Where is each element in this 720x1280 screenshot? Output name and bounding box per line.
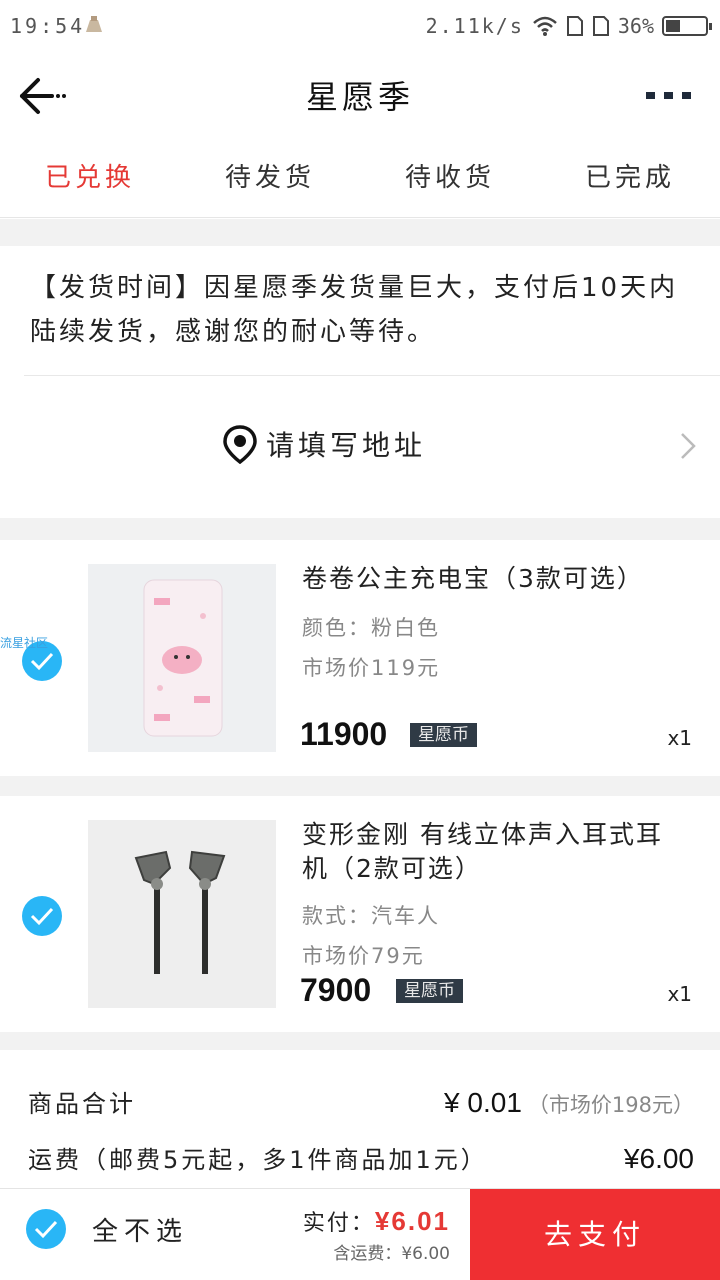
- currency-badge: 星愿币: [410, 723, 477, 747]
- chevron-right-icon: [681, 433, 696, 459]
- battery-percent: 36%: [617, 14, 654, 38]
- tab-completed[interactable]: 已完成: [540, 138, 720, 217]
- section-gap: [0, 1032, 720, 1050]
- goods-total-label: 商品合计: [28, 1090, 136, 1118]
- status-time: 19:54: [10, 14, 86, 38]
- product-card: 卷卷公主充电宝（3款可选） 颜色：粉白色 市场价119元 11900 星愿币 x…: [0, 540, 720, 776]
- goods-total-value: ¥ 0.01: [444, 1087, 522, 1118]
- checkout-bar: 全不选 实付：¥6.01 含运费：¥6.00 去支付: [0, 1188, 720, 1280]
- check-icon: [34, 1220, 58, 1239]
- earphones-image: [88, 820, 276, 1008]
- watermark: 流星社区: [0, 636, 49, 650]
- pay-info: 实付：¥6.01 含运费：¥6.00: [303, 1205, 450, 1264]
- product-attribute: 颜色：粉白色: [302, 616, 440, 640]
- notification-icon: [86, 16, 102, 32]
- shipping-notice-text: 【发货时间】因星愿季发货量巨大，支付后10天内陆续发货，感谢您的耐心等待。: [30, 273, 679, 347]
- nav-bar: 星愿季: [0, 52, 720, 138]
- tab-to-ship[interactable]: 待发货: [180, 138, 360, 217]
- product-image[interactable]: [88, 564, 276, 752]
- power-bank-image: [88, 564, 276, 752]
- wifi-icon: [533, 16, 557, 36]
- battery-icon: [662, 16, 712, 36]
- sim1-icon: [566, 16, 583, 36]
- tab-exchanged[interactable]: 已兑换: [0, 138, 180, 217]
- shipping-row: 运费（邮费5元起，多1件商品加1元） ¥6.00: [28, 1140, 694, 1175]
- order-summary: 商品合计 ¥ 0.01 （市场价198元） 运费（邮费5元起，多1件商品加1元） …: [0, 1050, 720, 1190]
- product-checkbox[interactable]: [22, 896, 62, 936]
- select-all-toggle[interactable]: 全不选: [26, 1209, 188, 1249]
- select-all-checkbox[interactable]: [26, 1209, 66, 1249]
- section-gap: [0, 776, 720, 796]
- product-title[interactable]: 变形金刚 有线立体声入耳式耳机（2款可选）: [302, 818, 680, 886]
- pay-amount: ¥6.01: [374, 1206, 450, 1236]
- shipping-included-note: 含运费：¥6.00: [333, 1244, 450, 1264]
- product-market-price: 市场价119元: [302, 656, 441, 680]
- check-icon: [30, 652, 54, 671]
- section-gap: [0, 518, 720, 540]
- tab-to-receive[interactable]: 待收货: [360, 138, 540, 217]
- status-bar: 19:54 2.11k/s 36%: [0, 0, 720, 52]
- select-all-label: 全不选: [92, 1216, 189, 1247]
- page-title: 星愿季: [305, 78, 414, 116]
- goods-total-row: 商品合计 ¥ 0.01 （市场价198元）: [28, 1084, 694, 1119]
- product-price: 7900: [300, 972, 372, 1008]
- product-title[interactable]: 卷卷公主充电宝（3款可选）: [302, 562, 680, 596]
- currency-badge: 星愿币: [396, 979, 463, 1003]
- more-dots-icon[interactable]: [644, 80, 694, 110]
- product-quantity: x1: [667, 726, 692, 750]
- product-quantity: x1: [667, 982, 692, 1006]
- product-card: 变形金刚 有线立体声入耳式耳机（2款可选） 款式：汽车人 市场价79元 7900…: [0, 796, 720, 1032]
- check-icon: [30, 907, 54, 926]
- section-gap: [0, 219, 720, 246]
- network-speed: 2.11k/s: [425, 14, 524, 38]
- goods-market-note: （市场价198元）: [527, 1093, 694, 1117]
- pay-button[interactable]: 去支付: [470, 1189, 720, 1280]
- address-label: 请填写地址: [266, 429, 427, 462]
- product-image[interactable]: [88, 820, 276, 1008]
- sim2-icon: [592, 16, 609, 36]
- shipping-label: 运费（邮费5元起，多1件商品加1元）: [28, 1146, 488, 1174]
- product-price: 11900: [300, 716, 388, 752]
- address-row[interactable]: 请填写地址: [0, 376, 720, 518]
- pay-label: 实付：: [302, 1211, 375, 1236]
- battery-fill: [666, 20, 680, 32]
- location-pin-icon: [223, 425, 257, 464]
- product-market-price: 市场价79元: [302, 944, 425, 968]
- shipping-value: ¥6.00: [623, 1143, 694, 1174]
- shipping-notice: 【发货时间】因星愿季发货量巨大，支付后10天内陆续发货，感谢您的耐心等待。: [0, 246, 720, 376]
- product-attribute: 款式：汽车人: [302, 904, 440, 928]
- order-tabs: 已兑换 待发货 待收货 已完成: [0, 138, 720, 218]
